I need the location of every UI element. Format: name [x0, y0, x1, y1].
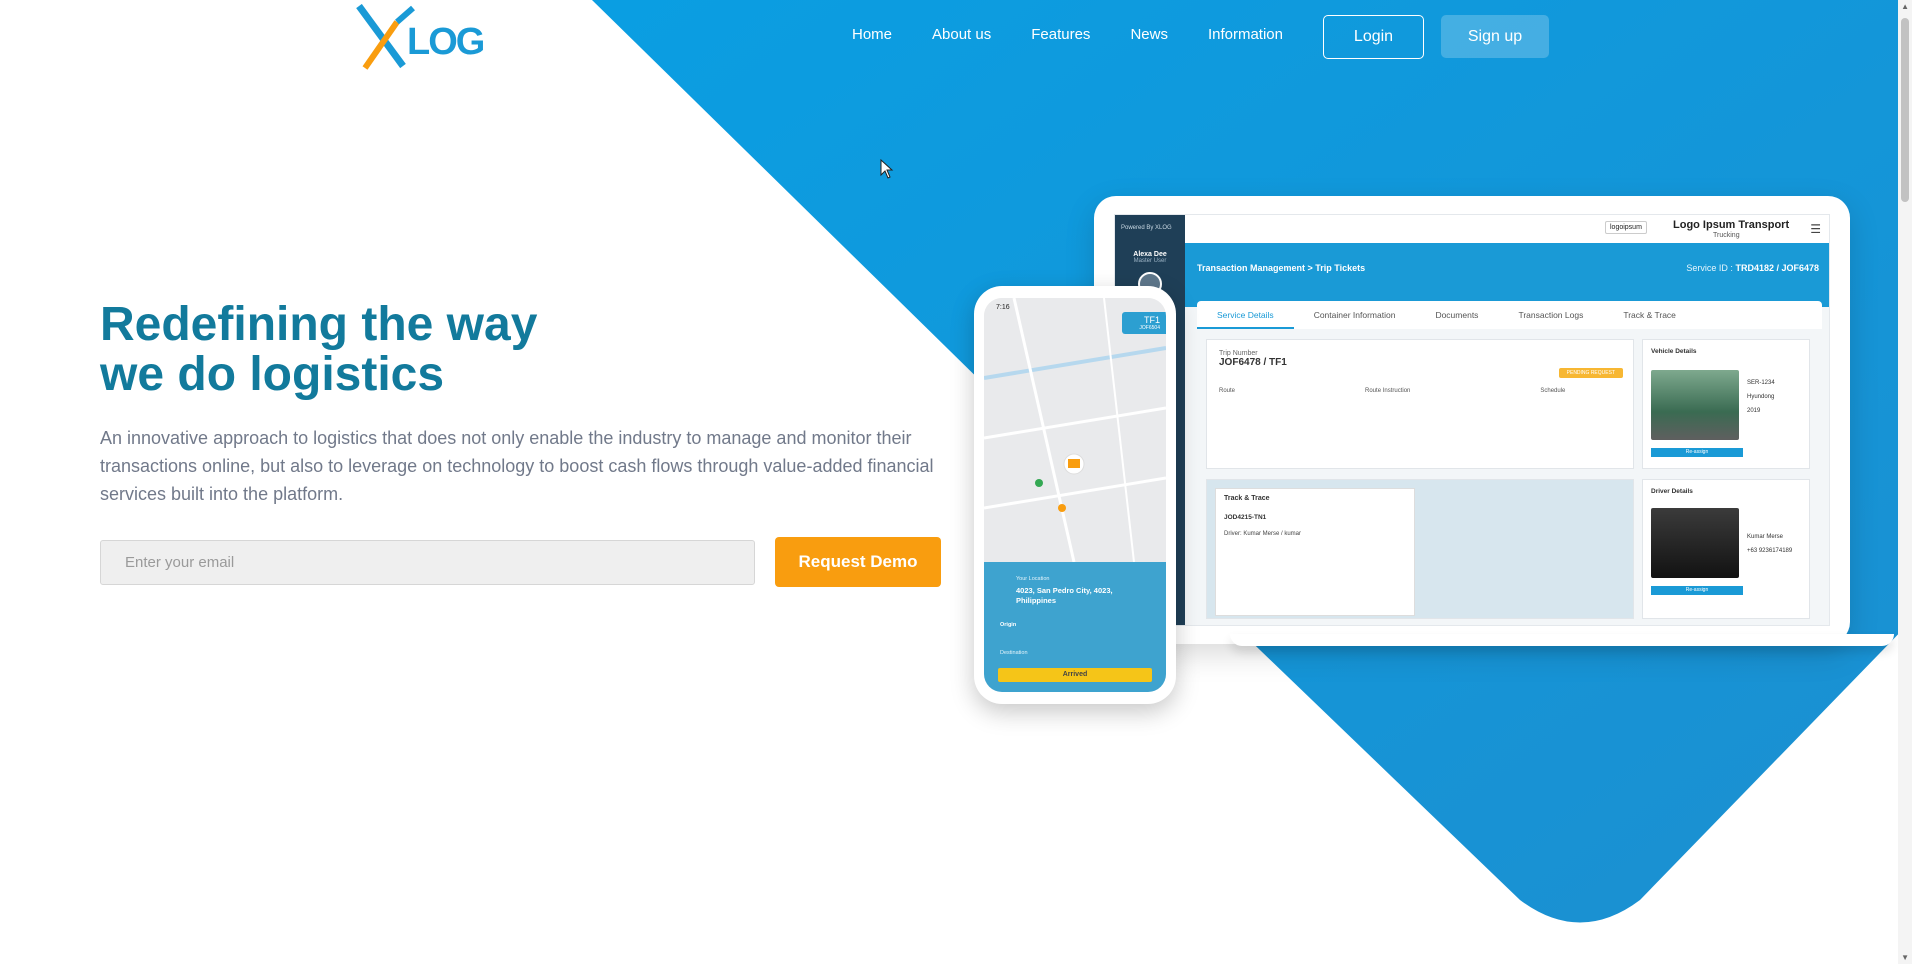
phone-map: [984, 298, 1166, 562]
phone-tag-label: TF1: [1143, 315, 1160, 325]
status-badge: PENDING REQUEST: [1558, 368, 1623, 378]
laptop-mockup: Powered By XLOG Alexa Dee Master User lo…: [1094, 196, 1850, 644]
track-id: JOD4215-TN1: [1224, 514, 1267, 521]
track-driver: Driver: Kumar Merse / kumar: [1224, 531, 1302, 537]
phone-location-sheet: Your Location 4023, San Pedro City, 4023…: [984, 562, 1166, 692]
route-instruction-header: Route Instruction: [1365, 388, 1411, 394]
track-panel: Track & Trace JOD4215-TN1 Driver: Kumar …: [1206, 479, 1634, 619]
nav-information[interactable]: Information: [1208, 26, 1283, 43]
trip-number-label: Trip Number: [1219, 350, 1258, 357]
arrived-button: Arrived: [998, 668, 1152, 682]
destination-label: Destination: [1000, 650, 1028, 656]
phone-tag: TF1 JOF6504: [1122, 312, 1166, 334]
nav-news[interactable]: News: [1130, 26, 1168, 43]
vehicle-plate: SER-1234: [1747, 380, 1775, 386]
trip-panel: Trip Number JOF6478 / TF1 PENDING REQUES…: [1206, 339, 1634, 469]
tab-transaction-logs: Transaction Logs: [1518, 310, 1584, 320]
vehicle-brand: Hyundong: [1747, 394, 1775, 400]
route-header: Route: [1219, 388, 1236, 394]
vehicle-title: Vehicle Details: [1651, 348, 1697, 355]
origin-label: Origin: [1000, 622, 1017, 628]
driver-phone: +63 9236174189: [1747, 548, 1793, 554]
vehicle-year: 2019: [1747, 408, 1761, 414]
driver-photo: [1651, 508, 1739, 578]
login-button[interactable]: Login: [1323, 15, 1424, 59]
landing-page: LOG Home About us Features News Informat…: [0, 0, 1912, 964]
tab-container-information: Container Information: [1313, 310, 1396, 320]
phone-screen: 7:16 TF1 JOF6504 Your Location 4023, San…: [984, 298, 1166, 692]
phone-time: 7:16: [996, 304, 1010, 311]
scroll-down-icon[interactable]: ▼: [1901, 953, 1909, 962]
driver-name: Kumar Merse: [1747, 534, 1784, 540]
service-id: Service ID : TRD4182 / JOF6478: [1686, 263, 1819, 273]
laptop-base: [1230, 634, 1894, 646]
request-demo-button[interactable]: Request Demo: [775, 537, 941, 587]
service-id-label: Service ID :: [1686, 263, 1733, 273]
vehicle-reassign-button: Re-assign: [1651, 448, 1743, 457]
page-scrollbar[interactable]: ▲ ▼: [1898, 0, 1912, 964]
phone-location: 4023, San Pedro City, 4023, Philippines: [1016, 586, 1113, 605]
hero-title: Redefining the way we do logistics: [100, 300, 740, 400]
location-label: Your Location: [1016, 576, 1050, 582]
company-name: Logo Ipsum Transport: [1673, 219, 1790, 231]
filter-icon: ☰: [1810, 222, 1821, 236]
app-header-band: Transaction Management > Trip Tickets Se…: [1185, 243, 1829, 307]
sidebar-user-name: Alexa Dee: [1133, 251, 1167, 258]
app-tabs: Service Details Container Information Do…: [1197, 301, 1822, 329]
nav-about-us[interactable]: About us: [932, 26, 991, 43]
nav-home[interactable]: Home: [852, 26, 892, 43]
tab-documents: Documents: [1435, 310, 1479, 320]
sidebar-user-role: Master User: [1133, 258, 1167, 264]
hero-title-line-2: we do logistics: [100, 348, 445, 401]
track-card: Track & Trace JOD4215-TN1 Driver: Kumar …: [1215, 488, 1415, 616]
truck-image: [1651, 370, 1739, 440]
driver-title: Driver Details: [1651, 488, 1693, 495]
schedule-header: Schedule: [1540, 388, 1566, 394]
hero-description: An innovative approach to logistics that…: [100, 428, 934, 504]
driver-panel: Driver Details Kumar Merse +63 923617418…: [1642, 479, 1810, 619]
vehicle-panel: Vehicle Details SER-1234 Hyundong 2019 R…: [1642, 339, 1810, 469]
scroll-thumb[interactable]: [1901, 18, 1909, 202]
track-title: Track & Trace: [1224, 495, 1270, 502]
phone-tag-sub: JOF6504: [1139, 325, 1160, 331]
sidebar-brand: Powered By XLOG: [1121, 225, 1172, 231]
laptop-screen: Powered By XLOG Alexa Dee Master User lo…: [1114, 214, 1830, 626]
phone-mockup: 7:16 TF1 JOF6504 Your Location 4023, San…: [974, 286, 1176, 704]
email-input[interactable]: [100, 540, 755, 585]
breadcrumb: Transaction Management > Trip Tickets: [1197, 263, 1366, 273]
service-id-value: TRD4182 / JOF6478: [1735, 263, 1819, 273]
app-topbar: logoipsum Logo Ipsum Transport Trucking …: [1185, 215, 1829, 243]
svg-text:LOG: LOG: [407, 21, 484, 63]
scroll-up-icon[interactable]: ▲: [1901, 2, 1909, 11]
driver-reassign-button: Re-assign: [1651, 586, 1743, 595]
xlog-logo[interactable]: LOG: [355, 3, 486, 74]
nav-features[interactable]: Features: [1031, 26, 1090, 43]
tab-service-details: Service Details: [1197, 301, 1294, 329]
main-nav: Home About us Features News Information: [852, 26, 1283, 43]
company-sub: Trucking: [1713, 232, 1740, 239]
logoipsum-logo: logoipsum: [1605, 221, 1647, 234]
trip-number: JOF6478 / TF1: [1219, 357, 1287, 368]
tab-track-trace: Track & Trace: [1623, 310, 1676, 320]
signup-button[interactable]: Sign up: [1441, 15, 1549, 58]
mouse-cursor-icon: [880, 159, 894, 179]
hero-title-line-1: Redefining the way: [100, 298, 538, 351]
